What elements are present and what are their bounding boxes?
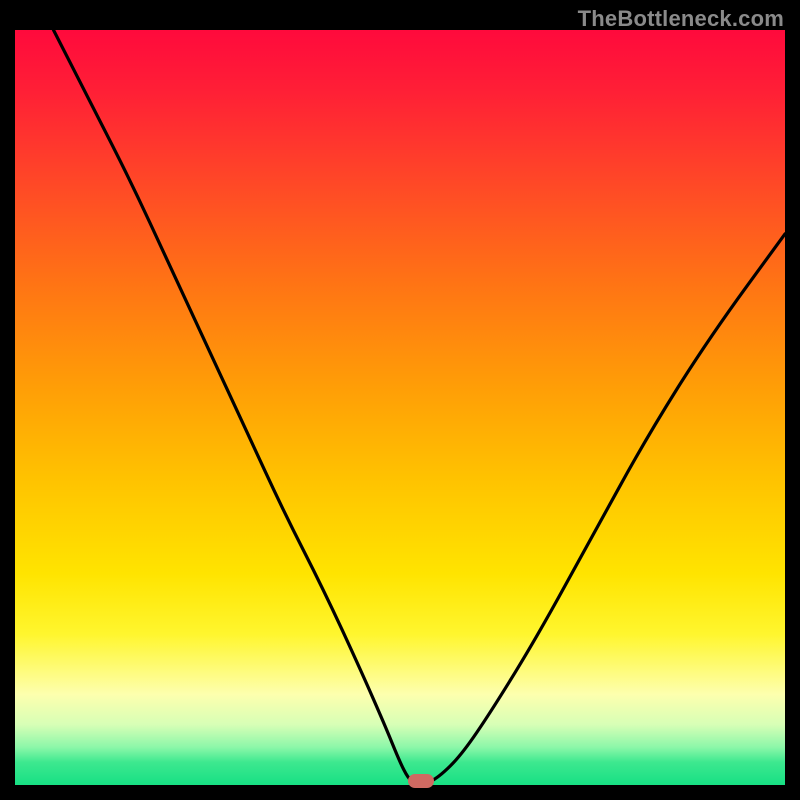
bottleneck-curve-line xyxy=(54,30,786,785)
optimum-marker xyxy=(408,774,434,788)
curve-svg xyxy=(15,30,785,785)
plot-area xyxy=(15,30,785,785)
attribution-label: TheBottleneck.com xyxy=(578,6,784,32)
chart-frame: TheBottleneck.com xyxy=(0,0,800,800)
